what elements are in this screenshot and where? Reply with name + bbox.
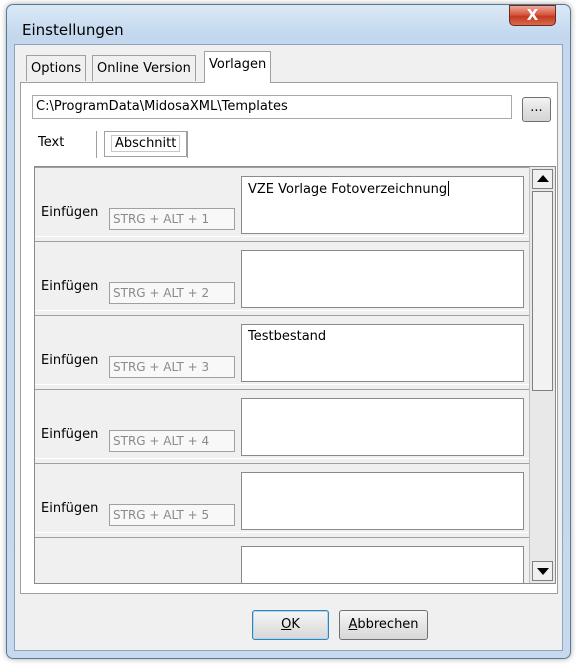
template-row: Einfügen STRG + ALT + 5 [35, 463, 530, 533]
arrow-up-icon [537, 175, 549, 182]
template-row [35, 537, 530, 583]
template-path-field[interactable]: C:\ProgramData\MidosaXML\Templates [32, 95, 512, 119]
template-row: Einfügen STRG + ALT + 3 Testbestand [35, 315, 530, 385]
tab-options[interactable]: Options [26, 55, 87, 81]
window-title: Einstellungen [22, 21, 124, 39]
tab-vorlagen[interactable]: Vorlagen [204, 51, 272, 83]
close-icon: X [526, 6, 539, 24]
ok-button[interactable]: OK [252, 610, 329, 640]
insert-label: Einfügen [41, 205, 99, 220]
arrow-down-icon [537, 568, 549, 575]
cancel-button[interactable]: Abbrechen [339, 610, 428, 640]
template-row: Einfügen STRG + ALT + 4 [35, 389, 530, 459]
browse-button[interactable]: ... [522, 97, 551, 122]
hotkey-field: STRG + ALT + 5 [109, 504, 235, 526]
ok-mnemonic: O [281, 617, 292, 632]
insert-label: Einfügen [41, 279, 99, 294]
subtab-abschnitt-label: Abschnitt [111, 135, 181, 152]
vertical-scrollbar[interactable] [529, 167, 555, 583]
scroll-up-button[interactable] [532, 169, 553, 189]
text-cursor [448, 181, 450, 196]
template-text-area[interactable]: VZE Vorlage Fotoverzeichnung [241, 176, 524, 234]
template-list: Einfügen STRG + ALT + 1 VZE Vorlage Foto… [34, 166, 556, 584]
tab-online-version[interactable]: Online Version [92, 55, 196, 81]
template-text-area[interactable] [241, 250, 524, 308]
insert-label: Einfügen [41, 427, 99, 442]
template-text-area[interactable] [241, 546, 524, 583]
insert-label: Einfügen [41, 501, 99, 516]
subtab-text[interactable]: Text [38, 135, 64, 150]
scroll-thumb[interactable] [532, 191, 553, 391]
subtab-divider [96, 131, 100, 158]
scroll-down-button[interactable] [532, 561, 553, 581]
hotkey-field: STRG + ALT + 4 [109, 430, 235, 452]
hotkey-field: STRG + ALT + 3 [109, 356, 235, 378]
hotkey-field: STRG + ALT + 1 [109, 208, 235, 230]
template-text-area[interactable] [241, 398, 524, 456]
template-text-area[interactable]: Testbestand [241, 324, 524, 382]
template-row: Einfügen STRG + ALT + 2 [35, 241, 530, 311]
template-row: Einfügen STRG + ALT + 1 VZE Vorlage Foto… [35, 167, 530, 237]
hotkey-field: STRG + ALT + 2 [109, 282, 235, 304]
subtab-divider [187, 131, 190, 158]
insert-label: Einfügen [41, 353, 99, 368]
cancel-label: bbrechen [357, 617, 419, 632]
template-text: VZE Vorlage Fotoverzeichnung [248, 182, 448, 197]
template-text: Testbestand [248, 329, 327, 344]
ok-label: K [291, 617, 300, 632]
close-button[interactable]: X [509, 5, 556, 26]
template-text-area[interactable] [241, 472, 524, 530]
settings-dialog: Einstellungen X Options Online Version V… [0, 0, 577, 665]
subtab-abschnitt[interactable]: Abschnitt [104, 131, 188, 157]
